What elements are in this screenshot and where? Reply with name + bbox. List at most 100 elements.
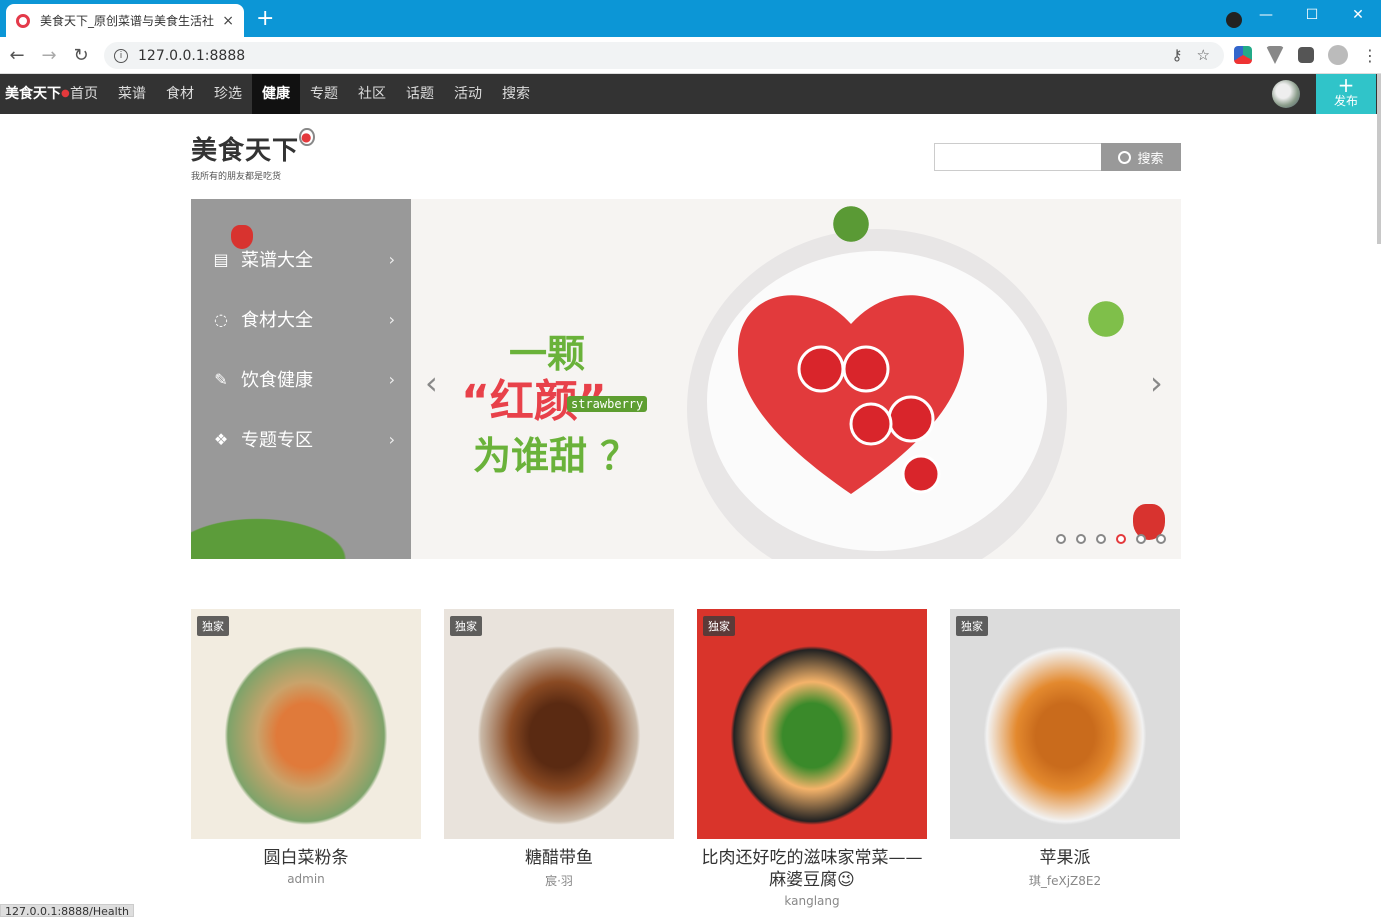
recipe-card[interactable]: 独家苹果派琪_feXjZ8E2 — [950, 609, 1180, 889]
category-menu: ▤ 菜谱大全 › ◌ 食材大全 › ✎ 饮食健康 › ❖ 专题专区 › — [191, 199, 411, 559]
carousel-dot[interactable] — [1076, 534, 1086, 544]
nav-logo-text: 美食天下 — [5, 86, 61, 102]
address-bar[interactable]: i 127.0.0.1:8888 ⚷ ☆ — [104, 42, 1224, 69]
category-label: 专题专区 — [241, 430, 313, 451]
forward-icon[interactable]: → — [38, 44, 60, 66]
scrollbar[interactable] — [1377, 74, 1381, 244]
category-item[interactable]: ✎ 饮食健康 › — [191, 349, 411, 409]
nav-link[interactable]: 首页 — [60, 74, 108, 114]
brand-text: 美食天下 — [191, 136, 300, 166]
search-icon — [1118, 150, 1132, 164]
status-bar-url: 127.0.0.1:8888/Health — [0, 904, 135, 918]
nav-link[interactable]: 食材 — [156, 74, 204, 114]
menu-dots-icon[interactable]: ⋮ — [1362, 46, 1378, 65]
next-slide-icon[interactable]: › — [1150, 364, 1163, 402]
site-navbar: 美食天下● 首页 菜谱 食材 珍选 健康 专题 社区 话题 活动 搜索 — [0, 74, 1381, 114]
brand-logo[interactable]: 美食天下 ● 我所有的朋友都是吃货 — [191, 128, 315, 182]
publish-label: 发布 — [1333, 94, 1358, 108]
nav-link[interactable]: 健康 — [252, 74, 300, 114]
recipe-title[interactable]: 比肉还好吃的滋味家常菜——麻婆豆腐😉 — [697, 847, 927, 891]
browser-titlebar: 美食天下_原创菜谱与美食生活社 × + — ☐ ✕ — [0, 0, 1381, 37]
nav-link[interactable]: 珍选 — [204, 74, 252, 114]
recipe-author[interactable]: admin — [191, 872, 421, 886]
close-window-icon[interactable]: ✕ — [1335, 0, 1381, 30]
carousel-dot[interactable] — [1116, 534, 1126, 544]
chevron-right-icon: › — [388, 249, 395, 269]
url-text: 127.0.0.1:8888 — [138, 47, 246, 64]
back-icon[interactable]: ← — [6, 44, 28, 66]
minimize-icon[interactable]: — — [1243, 0, 1289, 30]
recipe-title[interactable]: 糖醋带鱼 — [444, 847, 674, 869]
category-label: 菜谱大全 — [241, 250, 313, 271]
carousel-dots — [1056, 534, 1166, 544]
window-controls: — ☐ ✕ — [1243, 0, 1381, 37]
nav-link[interactable]: 社区 — [348, 74, 396, 114]
site-info-icon[interactable]: i — [114, 48, 128, 63]
extension-bar: ⋮ — [1234, 45, 1378, 65]
banner-headline-3: 为谁甜 ？ — [473, 434, 639, 478]
profile-icon[interactable] — [1328, 45, 1348, 65]
recipe-author[interactable]: kanglang — [697, 894, 927, 908]
publish-button[interactable]: + 发布 — [1316, 74, 1376, 114]
brand-dot-icon: ● — [299, 128, 315, 146]
nav-link[interactable]: 话题 — [396, 74, 444, 114]
new-tab-button[interactable]: + — [256, 6, 274, 32]
recipe-title[interactable]: 苹果派 — [950, 847, 1180, 869]
recipe-author[interactable]: 宸·羽 — [444, 872, 674, 889]
bookmark-star-icon[interactable]: ☆ — [1197, 46, 1210, 64]
carousel-dot[interactable] — [1056, 534, 1066, 544]
search-button[interactable]: 搜索 — [1101, 143, 1181, 171]
user-avatar[interactable] — [1272, 80, 1300, 108]
recipe-icon: ▤ — [213, 249, 229, 269]
chevron-right-icon: › — [388, 429, 395, 449]
nav-links: 首页 菜谱 食材 珍选 健康 专题 社区 话题 活动 搜索 — [60, 74, 540, 114]
heart-cake-image — [737, 295, 965, 494]
tab-title: 美食天下_原创菜谱与美食生活社 — [40, 14, 215, 28]
exclusive-badge: 独家 — [703, 616, 735, 636]
recipe-author[interactable]: 琪_feXjZ8E2 — [950, 872, 1180, 889]
browser-tab[interactable]: 美食天下_原创菜谱与美食生活社 × — [6, 4, 244, 37]
hero-banner[interactable]: 一颗 “红颜” strawberry 为谁甜 ？ — [411, 199, 1181, 559]
category-item[interactable]: ❖ 专题专区 › — [191, 409, 411, 469]
recipe-image[interactable]: 独家 — [950, 609, 1180, 839]
key-icon[interactable]: ⚷ — [1172, 46, 1183, 64]
nav-link[interactable]: 菜谱 — [108, 74, 156, 114]
carousel-dot[interactable] — [1136, 534, 1146, 544]
leaf-decoration — [1081, 289, 1131, 349]
tab-close-icon[interactable]: × — [222, 13, 234, 29]
prev-slide-icon[interactable]: ‹ — [425, 364, 438, 402]
nav-link[interactable]: 搜索 — [492, 74, 540, 114]
favicon-icon — [16, 13, 30, 28]
search-input[interactable] — [934, 143, 1102, 171]
carousel-dot[interactable] — [1096, 534, 1106, 544]
carousel-dot[interactable] — [1156, 534, 1166, 544]
recipe-image[interactable]: 独家 — [191, 609, 421, 839]
recipe-image[interactable]: 独家 — [697, 609, 927, 839]
nav-link[interactable]: 活动 — [444, 74, 492, 114]
recipe-card[interactable]: 独家比肉还好吃的滋味家常菜——麻婆豆腐😉 kanglang — [697, 609, 927, 908]
extension-v-icon[interactable] — [1266, 46, 1284, 64]
recipe-title[interactable]: 圆白菜粉条 — [191, 847, 421, 869]
tab-search-icon[interactable] — [1226, 12, 1242, 28]
reload-icon[interactable]: ↻ — [70, 44, 92, 66]
leaf-decoration — [821, 199, 881, 249]
maximize-icon[interactable]: ☐ — [1289, 0, 1335, 30]
banner-tag: strawberry — [567, 396, 648, 412]
category-item[interactable]: ▤ 菜谱大全 › — [191, 229, 411, 289]
search-button-label: 搜索 — [1137, 151, 1164, 167]
exclusive-badge: 独家 — [450, 616, 482, 636]
category-item[interactable]: ◌ 食材大全 › — [191, 289, 411, 349]
recipe-card[interactable]: 独家圆白菜粉条 admin — [191, 609, 421, 886]
puzzle-icon[interactable] — [1298, 47, 1314, 63]
extension-globe-icon[interactable] — [1234, 46, 1252, 64]
nav-link[interactable]: 专题 — [300, 74, 348, 114]
chevron-right-icon: › — [388, 309, 395, 329]
browser-toolbar: ← → ↻ i 127.0.0.1:8888 ⚷ ☆ — [0, 37, 1381, 74]
plus-icon: + — [1337, 73, 1355, 97]
ingredient-icon: ◌ — [214, 309, 228, 329]
recipe-card[interactable]: 独家糖醋带鱼宸·羽 — [444, 609, 674, 889]
recipe-image[interactable]: 独家 — [444, 609, 674, 839]
category-label: 食材大全 — [241, 310, 313, 331]
topic-icon: ❖ — [213, 429, 229, 449]
brand-name: 美食天下 ● — [191, 128, 315, 167]
